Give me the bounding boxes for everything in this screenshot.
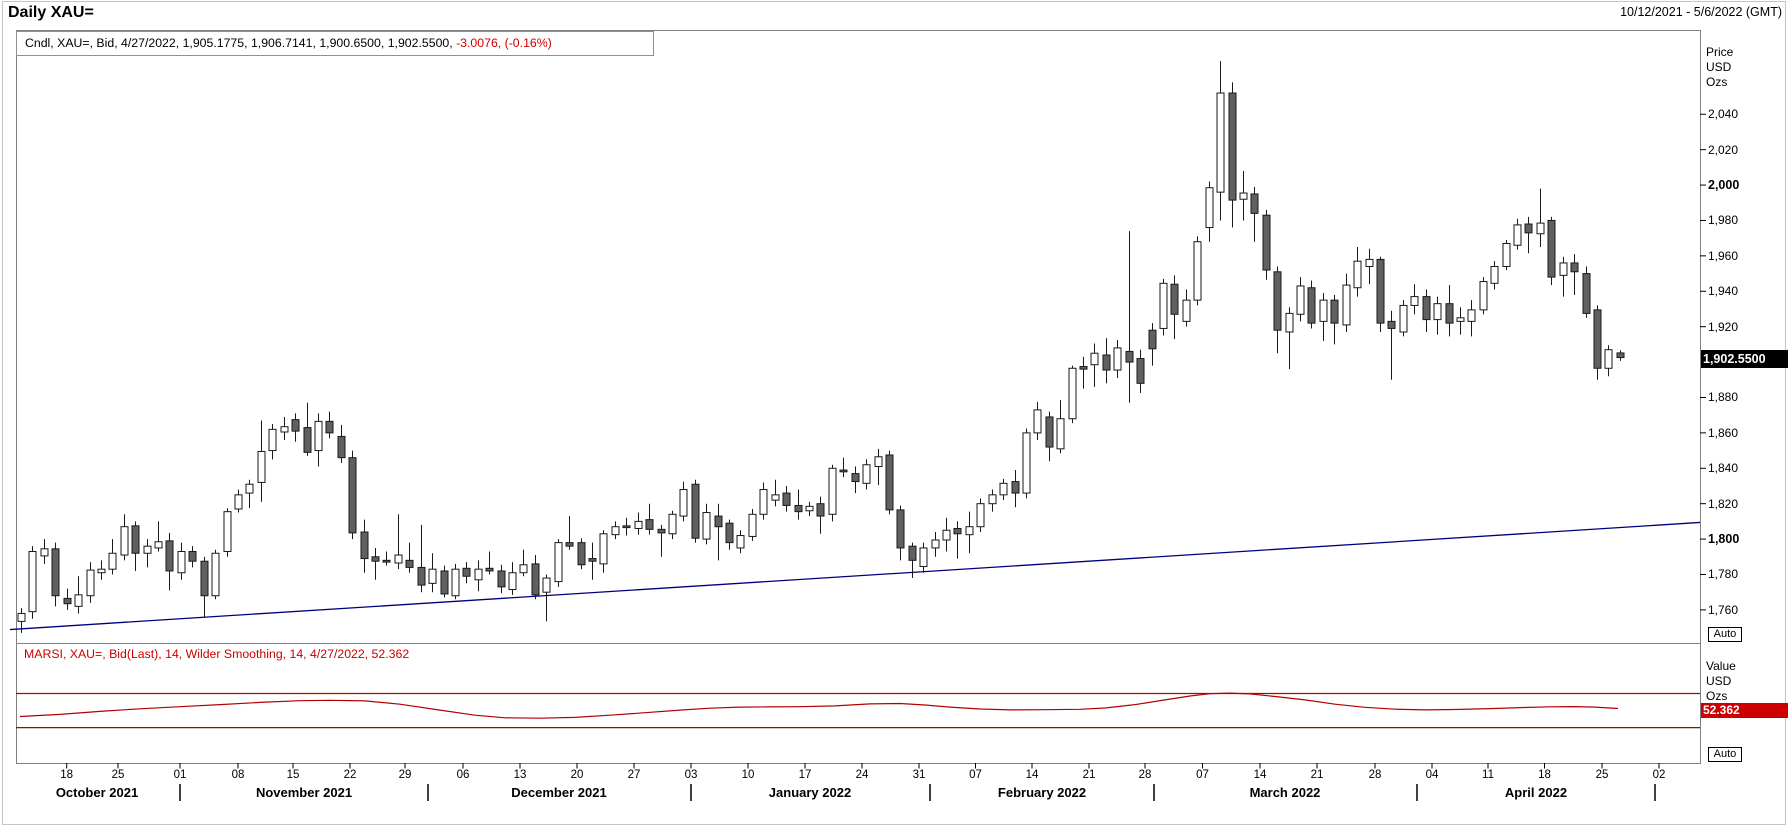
week-tick-22: 22 [343,769,357,781]
last-indicator-badge: 52.362 [1701,703,1788,718]
price-tick-1,820: 1,820 [1708,496,1739,511]
week-tick-01: 01 [173,769,187,781]
week-tick-20: 20 [570,769,584,781]
main-legend-change: -3.0076, (-0.16%) [456,36,552,50]
month-label: January 2022 [768,785,852,800]
week-tick-06: 06 [456,769,470,781]
week-tick-03: 03 [684,769,698,781]
week-tick-02: 02 [1652,769,1666,781]
week-tick-11: 11 [1482,769,1494,781]
date-range: 10/12/2021 - 5/6/2022 (GMT) [1620,5,1782,19]
value-axis-unit-2: USD [1706,674,1732,688]
week-tick-04: 04 [1425,769,1439,781]
week-tick-13: 13 [513,769,527,781]
chart-canvas [2,1,1786,825]
week-tick-24: 24 [855,769,869,781]
indicator-legend: MARSI, XAU=, Bid(Last), 14, Wilder Smoot… [24,647,410,661]
page-title: Daily XAU= [8,4,94,21]
price-axis-unit-2: USD [1706,60,1732,74]
price-tick-1,920: 1,920 [1708,319,1739,334]
price-tick-2,040: 2,040 [1708,107,1739,122]
value-axis-unit-3: Ozs [1706,689,1728,703]
week-tick-31: 31 [912,769,926,781]
month-label: February 2022 [997,785,1087,800]
week-tick-25: 25 [1595,769,1609,781]
week-tick-18: 18 [1538,769,1551,781]
price-axis-unit-1: Price [1706,45,1734,59]
price-tick-2,000: 2,000 [1708,178,1740,193]
month-label: November 2021 [255,785,353,800]
month-label: October 2021 [55,785,139,800]
week-tick-29: 29 [398,769,412,781]
week-tick-21: 21 [1082,769,1096,781]
week-tick-21: 21 [1310,769,1324,781]
last-price-badge: 1,902.5500 [1701,350,1788,368]
price-tick-1,840: 1,840 [1708,461,1739,476]
price-tick-1,880: 1,880 [1708,390,1739,405]
price-tick-1,760: 1,760 [1708,602,1739,617]
week-tick-18: 18 [60,769,74,781]
value-axis-unit-1: Value [1706,659,1736,673]
price-axis-unit-3: Ozs [1706,75,1728,89]
price-tick-1,780: 1,780 [1708,567,1739,582]
month-label: March 2022 [1249,785,1321,800]
week-tick-17: 17 [798,769,812,781]
week-tick-28: 28 [1138,769,1152,781]
price-tick-1,960: 1,960 [1708,248,1739,263]
chart-window: Daily XAU= 10/12/2021 - 5/6/2022 (GMT) C… [0,0,1788,827]
main-legend: Cndl, XAU=, Bid, 4/27/2022, 1,905.1775, … [16,31,654,56]
auto-scale-button-sub[interactable]: Auto [1708,747,1742,762]
month-label: April 2022 [1504,785,1568,800]
week-tick-27: 27 [627,769,641,781]
main-legend-text: Cndl, XAU=, Bid, 4/27/2022, 1,905.1775, … [25,36,457,50]
week-tick-10: 10 [741,769,755,781]
week-tick-25: 25 [111,769,125,781]
month-label: December 2021 [511,785,607,800]
price-tick-1,940: 1,940 [1708,284,1739,299]
price-tick-1,980: 1,980 [1708,213,1739,228]
week-tick-07: 07 [969,769,982,781]
price-tick-2,020: 2,020 [1708,142,1739,157]
price-tick-1,860: 1,860 [1708,425,1739,440]
week-tick-28: 28 [1368,769,1382,781]
week-tick-08: 08 [231,769,245,781]
week-tick-14: 14 [1253,769,1267,781]
week-tick-15: 15 [286,769,300,781]
auto-scale-button-main[interactable]: Auto [1708,627,1742,642]
week-tick-14: 14 [1025,769,1039,781]
week-tick-07: 07 [1196,769,1209,781]
price-tick-1,800: 1,800 [1708,532,1740,547]
